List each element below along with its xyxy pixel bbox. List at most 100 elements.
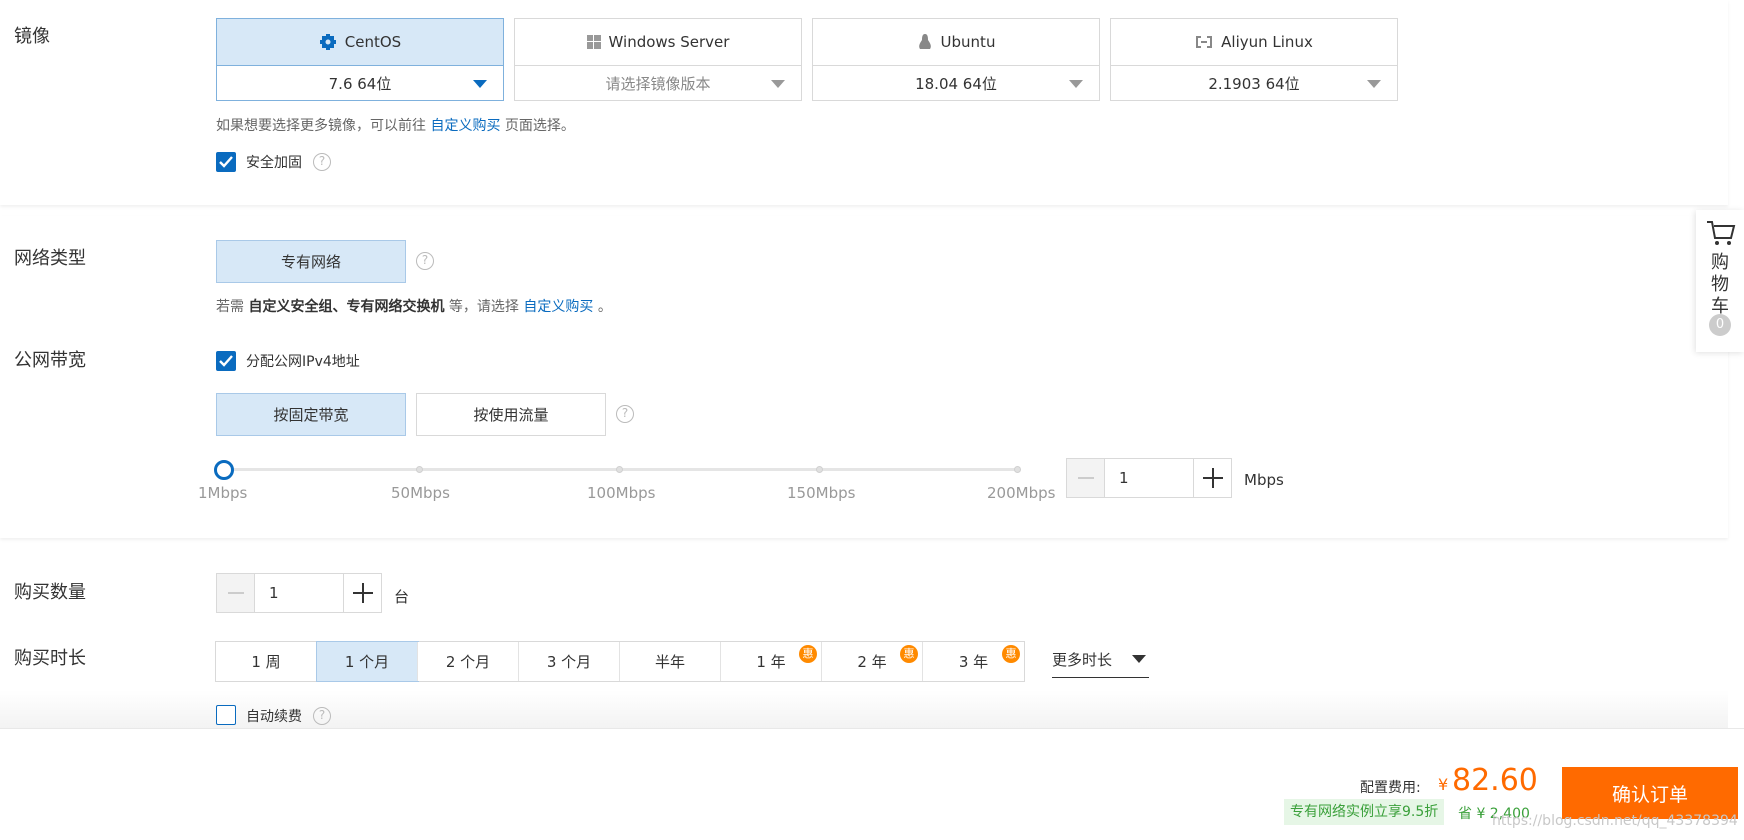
check-icon xyxy=(219,355,233,367)
os-version-value: 2.1903 64位 xyxy=(1208,75,1300,93)
bandwidth-slider-handle[interactable] xyxy=(214,460,234,480)
duration-option-label: 2 年 xyxy=(857,653,887,671)
bandwidth-stepper[interactable]: 1 xyxy=(1066,458,1232,498)
auto-renew-checkbox[interactable] xyxy=(216,705,236,725)
minus-icon xyxy=(1077,477,1094,479)
os-version-select-centos[interactable]: 7.6 64位 xyxy=(217,66,503,101)
duration-option[interactable]: 3 年惠 xyxy=(923,642,1024,681)
network-hint-prefix: 若需 xyxy=(216,299,244,315)
ipv4-label: 分配公网IPv4地址 xyxy=(246,354,360,370)
quantity-stepper[interactable]: 1 xyxy=(216,573,382,613)
fee-currency: ¥ xyxy=(1438,775,1449,794)
os-head-centos[interactable]: CentOS xyxy=(217,19,503,66)
fixed-bandwidth-label: 按固定带宽 xyxy=(273,406,349,424)
chevron-down-icon xyxy=(1069,80,1083,88)
duration-option[interactable]: 1 年惠 xyxy=(721,642,822,681)
traffic-billing-button[interactable]: 按使用流量 xyxy=(416,393,606,436)
os-head-windows[interactable]: Windows Server xyxy=(515,19,801,66)
fixed-bandwidth-button[interactable]: 按固定带宽 xyxy=(216,393,406,436)
duration-option-label: 1 周 xyxy=(251,653,281,671)
plus-button[interactable] xyxy=(343,574,381,612)
duration-option[interactable]: 2 个月 xyxy=(418,642,519,681)
image-hint: 如果想要选择更多镜像，可以前往 自定义购买 页面选择。 xyxy=(216,115,575,135)
help-icon[interactable]: ? xyxy=(416,252,434,270)
help-icon[interactable]: ? xyxy=(616,405,634,423)
network-hint: 若需 自定义安全组、专有网络交换机 等，请选择 自定义购买 。 xyxy=(216,296,612,316)
network-hint-mid: 等，请选择 xyxy=(448,299,519,315)
help-icon[interactable]: ? xyxy=(313,707,331,725)
more-duration-label: 更多时长 xyxy=(1052,650,1113,669)
more-duration-dropdown[interactable]: 更多时长 xyxy=(1052,641,1149,678)
duration-option[interactable]: 1 周 xyxy=(216,642,317,681)
slider-tick-label: 100Mbps xyxy=(587,484,656,502)
os-version-select-aliyun[interactable]: 2.1903 64位 xyxy=(1111,66,1397,101)
slider-tick-label: 200Mbps xyxy=(987,484,1056,502)
discount-badge: 惠 xyxy=(900,645,918,663)
auto-renew-label: 自动续费 xyxy=(246,709,302,725)
shopping-cart[interactable]: 购物车 0 xyxy=(1696,210,1744,352)
duration-option[interactable]: 半年 xyxy=(620,642,721,681)
custom-purchase-link[interactable]: 自定义购买 xyxy=(523,299,593,315)
os-version-select-windows[interactable]: 请选择镜像版本 xyxy=(515,66,801,101)
check-icon xyxy=(219,156,233,168)
os-version-value: 7.6 64位 xyxy=(328,75,392,93)
image-hint-suffix: 页面选择。 xyxy=(504,118,575,134)
os-name: Aliyun Linux xyxy=(1221,33,1313,51)
slider-tick[interactable] xyxy=(816,466,823,473)
slider-tick[interactable] xyxy=(416,466,423,473)
slider-tick[interactable] xyxy=(616,466,623,473)
os-version-placeholder: 请选择镜像版本 xyxy=(605,75,711,93)
quantity-input[interactable]: 1 xyxy=(255,574,343,612)
image-hint-prefix: 如果想要选择更多镜像，可以前往 xyxy=(216,118,426,134)
os-card-aliyun[interactable]: Aliyun Linux 2.1903 64位 xyxy=(1110,18,1398,101)
network-section: 网络类型 专有网络 ? 若需 自定义安全组、专有网络交换机 等，请选择 自定义购… xyxy=(0,216,1728,538)
duration-option-label: 2 个月 xyxy=(445,653,491,671)
network-type-label: 网络类型 xyxy=(14,248,86,269)
duration-options: 1 周 1 个月 2 个月 3 个月 半年 1 年惠 2 年惠 3 年惠 xyxy=(215,641,1025,682)
image-section: 镜像 CentOS 7.6 64位 Windows Server 请选择镜像版本 xyxy=(0,0,1728,205)
duration-option-label: 半年 xyxy=(654,653,685,671)
network-hint-suffix: 。 xyxy=(597,299,612,315)
discount-badge: 惠 xyxy=(1002,645,1020,663)
duration-option-label: 3 个月 xyxy=(546,653,592,671)
aliyun-icon xyxy=(1195,36,1213,48)
custom-purchase-link[interactable]: 自定义购买 xyxy=(430,118,500,134)
discount-badge: 惠 xyxy=(799,645,817,663)
os-head-ubuntu[interactable]: Ubuntu xyxy=(813,19,1099,66)
confirm-order-button[interactable]: 确认订单 xyxy=(1562,767,1738,819)
os-head-aliyun[interactable]: Aliyun Linux xyxy=(1111,19,1397,66)
windows-icon xyxy=(586,35,601,49)
vpc-option-button[interactable]: 专有网络 xyxy=(216,240,406,283)
os-card-centos[interactable]: CentOS 7.6 64位 xyxy=(216,18,504,101)
minus-button[interactable] xyxy=(217,574,255,612)
duration-option[interactable]: 3 个月 xyxy=(519,642,620,681)
slider-tick-label: 150Mbps xyxy=(787,484,856,502)
slider-tick[interactable] xyxy=(1014,466,1021,473)
cart-icon xyxy=(1707,221,1736,245)
os-card-ubuntu[interactable]: Ubuntu 18.04 64位 xyxy=(812,18,1100,101)
ipv4-checkbox[interactable] xyxy=(216,351,236,371)
duration-option[interactable]: 2 年惠 xyxy=(822,642,923,681)
duration-option[interactable]: 1 个月 xyxy=(316,641,419,682)
cart-count-badge: 0 xyxy=(1709,314,1731,336)
bandwidth-label: 公网带宽 xyxy=(14,350,86,371)
minus-button[interactable] xyxy=(1067,459,1105,497)
os-card-windows[interactable]: Windows Server 请选择镜像版本 xyxy=(514,18,802,101)
security-hardening-label: 安全加固 xyxy=(246,155,302,171)
order-footer: 配置费用: ¥ 82.60 专有网络实例立享9.5折 省 ¥ 2,400 确认订… xyxy=(0,728,1744,840)
chevron-down-icon xyxy=(1367,80,1381,88)
bandwidth-slider-track[interactable] xyxy=(224,466,1021,473)
confirm-order-label: 确认订单 xyxy=(1611,783,1688,806)
slider-tick-label: 50Mbps xyxy=(391,484,450,502)
linux-penguin-icon xyxy=(917,33,933,51)
help-icon[interactable]: ? xyxy=(313,153,331,171)
security-hardening-checkbox[interactable] xyxy=(216,152,236,172)
bandwidth-input[interactable]: 1 xyxy=(1105,459,1193,497)
cart-label: 购物车 xyxy=(1711,252,1729,317)
image-label: 镜像 xyxy=(14,26,50,47)
fee-amount: 82.60 xyxy=(1452,763,1538,798)
os-name: CentOS xyxy=(344,33,402,51)
os-version-select-ubuntu[interactable]: 18.04 64位 xyxy=(813,66,1099,101)
plus-button[interactable] xyxy=(1193,459,1231,497)
centos-icon xyxy=(319,33,337,51)
